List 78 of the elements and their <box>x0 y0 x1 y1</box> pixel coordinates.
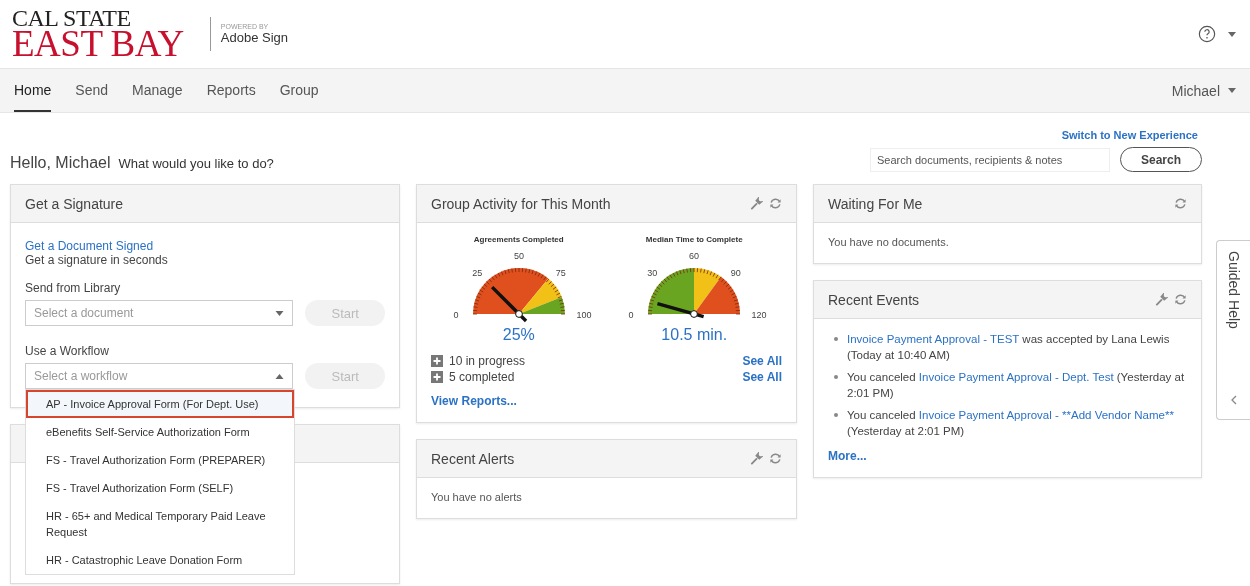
gauge-tick-label: 100 <box>576 310 592 320</box>
nav-tab[interactable]: Home <box>14 69 52 112</box>
stat-text: 10 in progress <box>449 354 527 368</box>
gauge-title: Agreements Completed <box>473 235 564 244</box>
event-link[interactable]: Invoice Payment Approval - **Add Vendor Name** <box>918 409 1174 421</box>
event-text: You canceled Invoice Payment Approval - Dept. Test (Yesterday at 2:01 PM) <box>847 370 1186 401</box>
refresh-icon[interactable] <box>769 452 782 465</box>
event-text: Invoice Payment Approval - TEST was accepted by Lana Lewis (Today at 10:40 AM) <box>847 332 1171 363</box>
dropdown-option[interactable]: FS - Travel Authorization Form (SELF) <box>26 474 294 502</box>
stat-text: 5 completed <box>449 370 516 384</box>
gauge-tick-label: 50 <box>513 252 524 261</box>
refresh-icon[interactable] <box>1174 293 1187 306</box>
gauge-needle <box>657 302 705 319</box>
gauge-value: 10.5 min. <box>661 326 728 344</box>
greeting: Hello, Michael <box>10 154 111 171</box>
empty-message: You have no documents. <box>828 236 949 248</box>
gauge-tick-label: 0 <box>453 310 459 320</box>
dropdown-option[interactable]: AP - Invoice Approval Form (For Dept. Use) <box>26 390 294 418</box>
see-all-link[interactable]: See All <box>742 354 782 368</box>
caret-icon <box>275 310 285 316</box>
gauge-value: 25% <box>502 326 535 344</box>
nav-tab[interactable]: Group <box>279 69 319 112</box>
user-menu[interactable]: Michael <box>1171 69 1236 112</box>
guided-help-tab[interactable]: Guided Help <box>1216 240 1250 420</box>
refresh-icon[interactable] <box>769 197 782 210</box>
collapse-icon <box>1230 395 1237 405</box>
switch-experience-link[interactable]: Switch to New Experience <box>1061 129 1198 141</box>
more-link[interactable]: More... <box>828 449 867 463</box>
help-icon[interactable] <box>1198 25 1216 43</box>
event-text: You canceled Invoice Payment Approval - **Add Vendor Name** (Yesterday at 2:01 PM) <box>847 408 1175 439</box>
expand-icon[interactable] <box>431 355 443 367</box>
panel-title: Waiting For Me <box>828 195 923 212</box>
gauge-tick-label: 75 <box>555 268 566 279</box>
see-all-link[interactable]: See All <box>742 370 782 384</box>
gauge-tick-label: 120 <box>751 310 767 320</box>
panel-title: Recent Alerts <box>431 450 515 467</box>
gauge-tick-label: 30 <box>647 268 658 279</box>
logo-text: EAST BAY <box>12 28 184 60</box>
logo-text: CAL STATE <box>12 8 131 29</box>
gauge-title: Median Time to Complete <box>645 235 743 244</box>
empty-message: You have no alerts <box>431 491 522 503</box>
greeting-prompt: What would you like to do? <box>118 156 274 171</box>
nav-tab[interactable]: Reports <box>206 69 256 112</box>
search-field[interactable]: Search documents, recipients & notes <box>870 147 1110 172</box>
dropdown-option[interactable]: HR - Catastrophic Leave Donation Form <box>26 546 294 574</box>
wrench-icon[interactable] <box>750 452 763 465</box>
field-label: Use a Workflow <box>25 344 110 358</box>
gauge-tick-label: 60 <box>689 252 700 261</box>
panel-title: Recent Events <box>828 291 920 308</box>
caret-icon <box>1228 88 1236 93</box>
event-link[interactable]: Invoice Payment Approval - Dept. Test <box>918 371 1114 383</box>
field-label: Send from Library <box>25 281 122 295</box>
product-name: Adobe Sign <box>220 30 289 45</box>
gauge-tick-label: 90 <box>730 268 741 279</box>
panel-title: Get a Signature <box>25 195 124 212</box>
nav-tab[interactable]: Manage <box>132 69 183 112</box>
dropdown-option[interactable]: FS - Travel Authorization Form (PREPARER) <box>26 446 294 474</box>
expand-icon[interactable] <box>431 371 443 383</box>
wrench-icon[interactable] <box>1155 293 1168 306</box>
dropdown-option[interactable]: HR - 65+ and Medical Temporary Paid Leave Request <box>26 502 294 546</box>
refresh-icon[interactable] <box>1174 197 1187 210</box>
caret-icon[interactable] <box>1228 31 1236 37</box>
bullet-icon <box>834 337 838 341</box>
subtitle: Get a signature in seconds <box>25 253 169 267</box>
wrench-icon[interactable] <box>750 197 763 210</box>
search-button[interactable]: Search <box>1120 147 1202 172</box>
gauge-tick-label: 25 <box>472 268 483 279</box>
gauge-needle <box>490 285 528 323</box>
bullet-icon <box>834 375 838 379</box>
view-reports-link[interactable]: View Reports... <box>431 394 517 408</box>
gauge-tick-label: 0 <box>628 310 634 320</box>
get-document-signed-link[interactable]: Get a Document Signed <box>25 239 385 253</box>
dropdown-option[interactable]: eBenefits Self-Service Authorization Form <box>26 418 294 446</box>
event-link[interactable]: Invoice Payment Approval - TEST <box>847 333 1020 345</box>
panel-title: Group Activity for This Month <box>431 195 611 212</box>
caret-icon <box>275 373 285 379</box>
bullet-icon <box>834 413 838 417</box>
nav-tab[interactable]: Send <box>75 69 109 112</box>
